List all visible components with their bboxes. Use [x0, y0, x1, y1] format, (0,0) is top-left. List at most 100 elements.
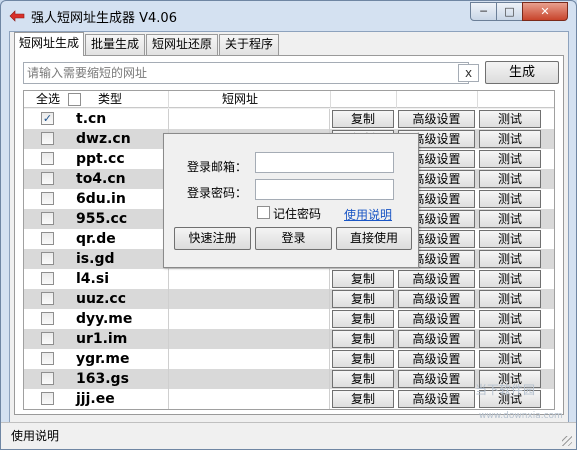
advanced-settings-button[interactable]: 高级设置	[398, 270, 475, 288]
domain-name: dwz.cn	[76, 131, 131, 147]
direct-use-button[interactable]: 直接使用	[336, 227, 412, 250]
select-all-label: 全选	[36, 92, 61, 106]
advanced-settings-button[interactable]: 高级设置	[398, 370, 475, 388]
row-checkbox[interactable]	[41, 332, 54, 345]
login-button[interactable]: 登录	[255, 227, 332, 250]
domain-name: is.gd	[76, 251, 115, 267]
resize-grip-icon[interactable]	[562, 436, 572, 446]
domain-name: qr.de	[76, 231, 116, 247]
status-text: 使用说明	[11, 429, 60, 443]
row-checkbox[interactable]	[41, 172, 54, 185]
advanced-settings-button[interactable]: 高级设置	[398, 290, 475, 308]
copy-button[interactable]: 复制	[332, 110, 394, 128]
tab-generate[interactable]: 短网址生成	[14, 32, 84, 56]
app-icon	[9, 10, 25, 22]
row-checkbox[interactable]	[41, 352, 54, 365]
row-checkbox[interactable]	[41, 212, 54, 225]
short-url-cell	[168, 349, 330, 369]
advanced-settings-button[interactable]: 高级设置	[398, 330, 475, 348]
test-button[interactable]: 测试	[479, 250, 541, 268]
clear-input-button[interactable]: x	[458, 64, 479, 82]
advanced-settings-button[interactable]: 高级设置	[398, 310, 475, 328]
short-url-cell	[168, 329, 330, 349]
test-button[interactable]: 测试	[479, 350, 541, 368]
generate-button[interactable]: 生成	[485, 61, 559, 84]
copy-button[interactable]: 复制	[332, 350, 394, 368]
test-button[interactable]: 测试	[479, 130, 541, 148]
test-button[interactable]: 测试	[479, 290, 541, 308]
advanced-settings-button[interactable]: 高级设置	[398, 110, 475, 128]
row-checkbox[interactable]	[41, 292, 54, 305]
password-field[interactable]	[255, 179, 394, 200]
domain-name: ygr.me	[76, 351, 130, 367]
close-button[interactable]: ✕	[522, 2, 568, 21]
email-field[interactable]	[255, 152, 394, 173]
remember-checkbox[interactable]	[257, 206, 270, 219]
test-button[interactable]: 测试	[479, 210, 541, 228]
copy-button[interactable]: 复制	[332, 390, 394, 408]
copy-button[interactable]: 复制	[332, 290, 394, 308]
row-checkbox[interactable]	[41, 372, 54, 385]
row-checkbox[interactable]	[41, 272, 54, 285]
url-input[interactable]: 请输入需要缩短的网址	[23, 62, 469, 84]
test-button[interactable]: 测试	[479, 230, 541, 248]
table-row: l4.si 复制 高级设置 测试	[24, 269, 554, 289]
test-button[interactable]: 测试	[479, 330, 541, 348]
tab-batch[interactable]: 批量生成	[85, 34, 145, 55]
select-all-checkbox[interactable]	[68, 93, 81, 106]
help-link[interactable]: 使用说明	[344, 206, 392, 223]
domain-name: t.cn	[76, 111, 107, 127]
row-checkbox[interactable]	[41, 232, 54, 245]
email-label: 登录邮箱：	[187, 160, 248, 174]
minimize-button[interactable]: ─	[470, 2, 497, 21]
copy-button[interactable]: 复制	[332, 370, 394, 388]
row-checkbox[interactable]	[41, 312, 54, 325]
copy-button[interactable]: 复制	[332, 310, 394, 328]
tab-restore[interactable]: 短网址还原	[146, 34, 218, 55]
short-url-cell	[168, 109, 330, 129]
column-divider	[330, 91, 331, 108]
test-button[interactable]: 测试	[479, 270, 541, 288]
watermark-url: www.downxia.com	[479, 411, 563, 421]
test-button[interactable]: 测试	[479, 150, 541, 168]
advanced-settings-button[interactable]: 高级设置	[398, 390, 475, 408]
row-checkbox[interactable]	[41, 392, 54, 405]
row-checkbox[interactable]	[41, 252, 54, 265]
test-button[interactable]: 测试	[479, 190, 541, 208]
test-button[interactable]: 测试	[479, 170, 541, 188]
type-column-header: 类型	[98, 92, 123, 106]
grid-header: 全选 类型 短网址	[24, 91, 554, 108]
column-divider	[396, 91, 397, 108]
login-popup: 登录邮箱： 登录密码： 记住密码 使用说明 快速注册 登录 直接使用	[163, 133, 419, 268]
tab-about[interactable]: 关于程序	[219, 34, 279, 55]
test-button[interactable]: 测试	[479, 110, 541, 128]
short-url-cell	[168, 309, 330, 329]
short-url-cell	[168, 369, 330, 389]
table-row: ✓ t.cn 复制 高级设置 测试	[24, 109, 554, 129]
table-row: ur1.im 复制 高级设置 测试	[24, 329, 554, 349]
register-button[interactable]: 快速注册	[174, 227, 251, 250]
copy-button[interactable]: 复制	[332, 330, 394, 348]
row-checkbox[interactable]	[41, 132, 54, 145]
short-url-cell	[168, 269, 330, 289]
domain-name: ppt.cc	[76, 151, 125, 167]
domain-name: dyy.me	[76, 311, 133, 327]
short-column-header: 短网址	[222, 92, 259, 106]
domain-name: 163.gs	[76, 371, 129, 387]
short-url-cell	[168, 289, 330, 309]
domain-name: jjj.ee	[76, 391, 115, 407]
row-checkbox[interactable]	[41, 152, 54, 165]
domain-name: 6du.in	[76, 191, 126, 207]
domain-name: to4.cn	[76, 171, 126, 187]
test-button[interactable]: 测试	[479, 310, 541, 328]
status-bar: 使用说明	[1, 422, 576, 449]
domain-name: uuz.cc	[76, 291, 126, 307]
row-checkbox[interactable]	[41, 192, 54, 205]
table-row: uuz.cc 复制 高级设置 测试	[24, 289, 554, 309]
row-checkbox[interactable]: ✓	[41, 112, 54, 125]
window-title: 强人短网址生成器 V4.06	[31, 11, 177, 26]
advanced-settings-button[interactable]: 高级设置	[398, 350, 475, 368]
copy-button[interactable]: 复制	[332, 270, 394, 288]
maximize-button[interactable]: □	[496, 2, 523, 21]
table-row: dyy.me 复制 高级设置 测试	[24, 309, 554, 329]
